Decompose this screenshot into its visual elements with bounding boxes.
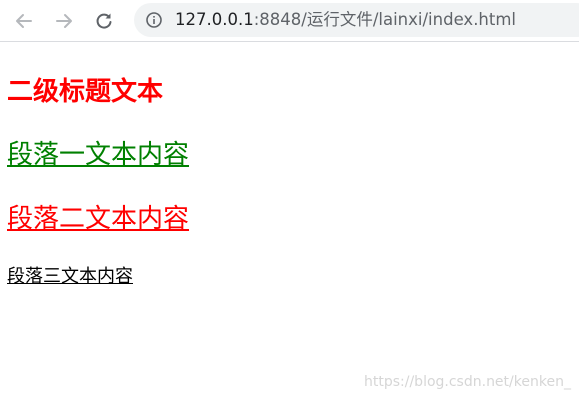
arrow-left-icon — [16, 14, 32, 28]
url-path: :8848/运行文件/lainxi/index.html — [253, 10, 517, 29]
arrow-right-icon — [56, 14, 72, 28]
paragraph-one: 段落一文本内容 — [7, 140, 190, 170]
info-icon[interactable] — [145, 11, 163, 29]
url-host: 127.0.0.1 — [175, 10, 254, 29]
address-bar[interactable]: 127.0.0.1:8848/运行文件/lainxi/index.html — [134, 3, 579, 37]
forward-button[interactable] — [52, 9, 76, 33]
watermark: https://blog.csdn.net/kenken_ — [364, 374, 571, 390]
page-content: 二级标题文本 段落一文本内容 段落二文本内容 段落三文本内容 https://b… — [0, 42, 579, 400]
reload-icon — [96, 13, 112, 29]
back-button[interactable] — [12, 9, 36, 33]
reload-button[interactable] — [92, 9, 116, 33]
paragraph-three: 段落三文本内容 — [7, 266, 133, 287]
browser-toolbar: 127.0.0.1:8848/运行文件/lainxi/index.html — [0, 0, 579, 42]
paragraph-two: 段落二文本内容 — [7, 204, 190, 234]
url-text[interactable]: 127.0.0.1:8848/运行文件/lainxi/index.html — [175, 10, 516, 30]
page-heading: 二级标题文本 — [7, 77, 164, 107]
